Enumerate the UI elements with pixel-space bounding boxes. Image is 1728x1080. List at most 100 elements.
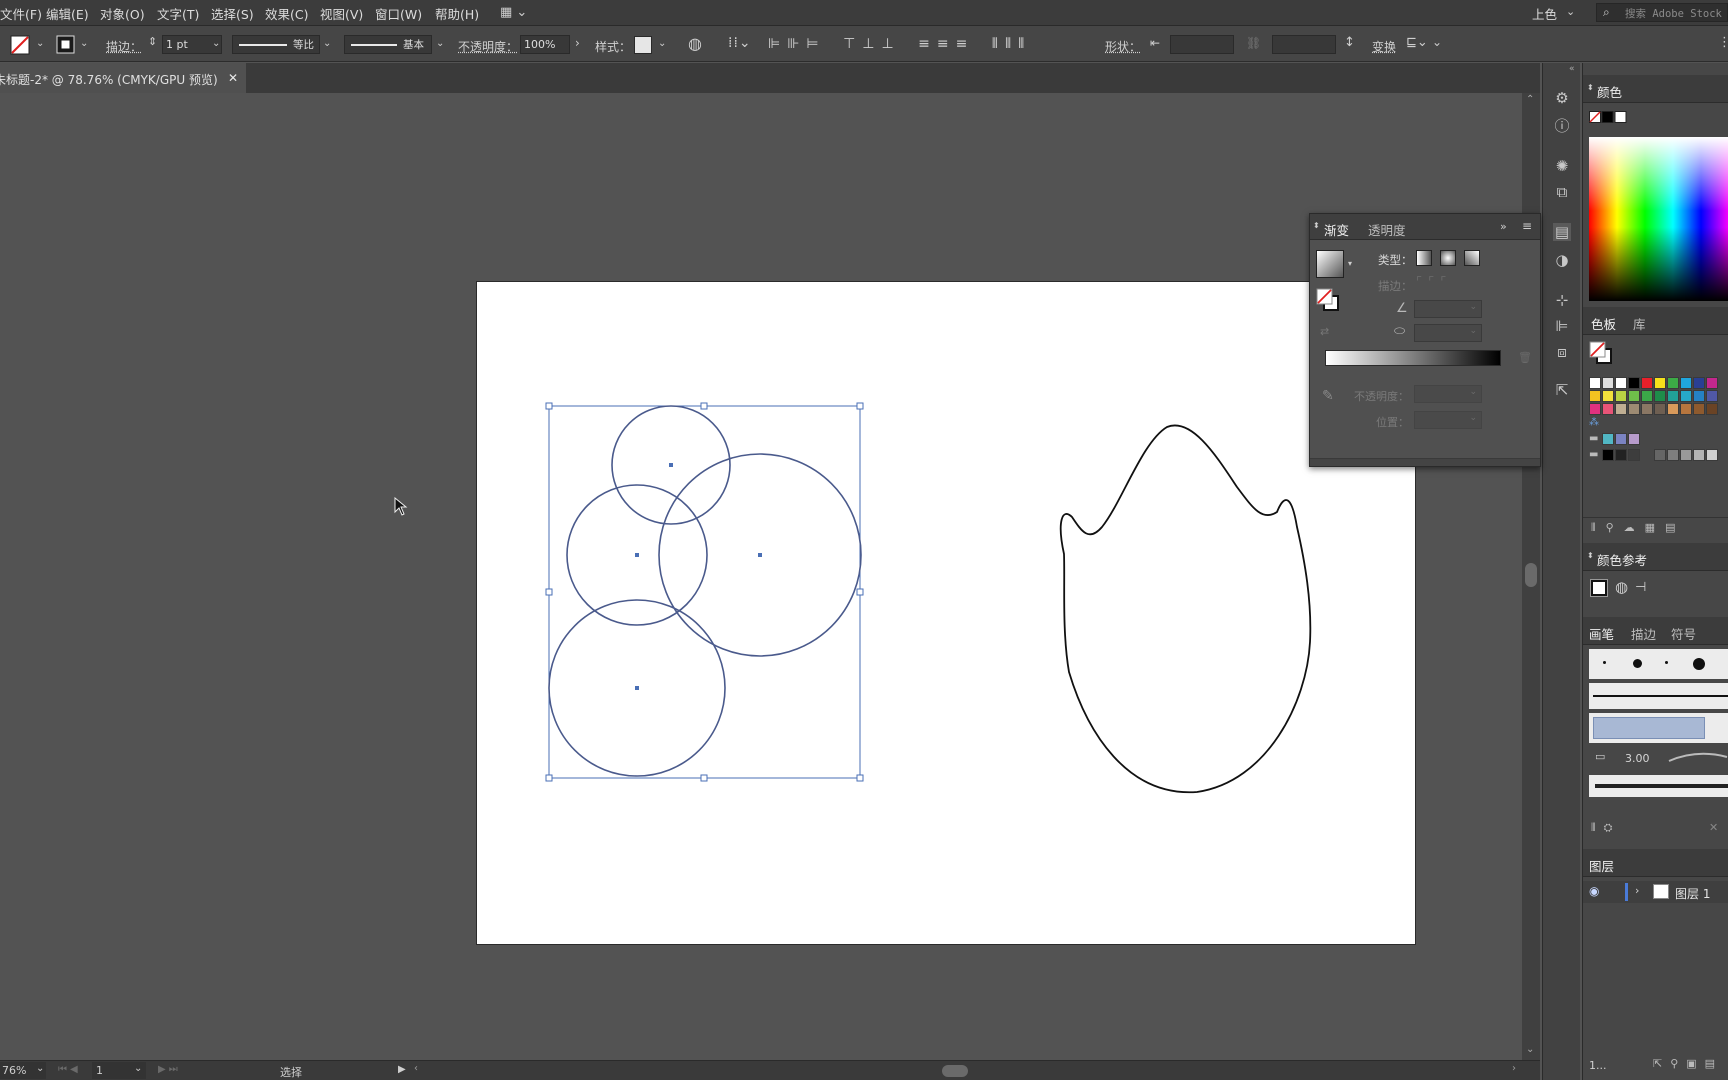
zoom-field[interactable]: 76% ⌄ xyxy=(0,1062,46,1079)
panel-menu-icon[interactable]: ≡ xyxy=(1522,220,1532,232)
align-vcenter-icon[interactable]: ⊥ xyxy=(862,36,881,52)
swatch[interactable] xyxy=(1706,403,1718,415)
swatch[interactable] xyxy=(1667,403,1679,415)
opacity-label[interactable]: 不透明度： xyxy=(458,38,518,55)
brush-tip[interactable] xyxy=(1665,661,1668,664)
align-controls[interactable]: ⊫⊪⊨ ⊤⊥⊥ ≡≡≡ ⦀⦀⦀ xyxy=(768,36,1031,52)
layers-footer-icons[interactable]: ⇱⚲▣▤ xyxy=(1653,1058,1723,1069)
tab-symbols[interactable]: 符号 xyxy=(1671,624,1696,643)
workspace-switcher[interactable]: 上色 xyxy=(1532,4,1557,23)
chevron-down-icon[interactable]: ⌄ xyxy=(212,39,220,49)
swatch-cyan[interactable] xyxy=(1680,377,1692,389)
tab-libraries[interactable]: 库 xyxy=(1633,314,1646,333)
swatch-yellow[interactable] xyxy=(1654,377,1666,389)
chevron-down-icon[interactable]: ⌄ xyxy=(1469,387,1477,397)
search-input[interactable]: 搜索 Adobe Stock xyxy=(1625,6,1722,21)
scroll-up-icon[interactable]: ⌃ xyxy=(1526,95,1534,105)
swatch[interactable] xyxy=(1602,449,1614,461)
opacity-input[interactable]: 100% xyxy=(520,35,570,54)
swatch[interactable] xyxy=(1693,449,1705,461)
artboard[interactable] xyxy=(476,281,1416,945)
layer-name[interactable]: 图层 1 xyxy=(1675,885,1710,902)
swatch[interactable] xyxy=(1680,390,1692,402)
selection-bounding-box[interactable] xyxy=(548,405,861,779)
swatch[interactable] xyxy=(1615,403,1627,415)
menu-type[interactable]: 文字(T) xyxy=(157,4,199,23)
select-similar-icon[interactable]: ⁞⁞⌄ xyxy=(728,36,752,50)
variable-width-profile[interactable]: 等比 xyxy=(232,35,320,54)
color-guide-base-swatch[interactable] xyxy=(1590,579,1608,597)
gradient-fill-stroke-icon[interactable] xyxy=(1316,288,1342,314)
swatch-green[interactable] xyxy=(1667,377,1679,389)
swatch-red[interactable] xyxy=(1641,377,1653,389)
artboard-number-field[interactable]: 1 ⌄ xyxy=(92,1062,146,1079)
pathfinder-icon[interactable]: ⧈ xyxy=(1553,343,1571,361)
status-menu-icon[interactable]: ▶ xyxy=(398,1064,406,1075)
menu-file[interactable]: 文件(F) xyxy=(0,4,42,23)
scroll-down-icon[interactable]: ⌄ xyxy=(1526,1045,1534,1055)
graphic-style-swatch[interactable] xyxy=(634,36,652,54)
chevron-right-icon[interactable]: › xyxy=(1635,885,1639,896)
chevron-down-icon[interactable]: ⌄ xyxy=(134,1063,142,1074)
link-icon[interactable]: ⛓ xyxy=(1246,37,1261,49)
tab-swatches[interactable]: 色板 xyxy=(1591,314,1616,333)
eye-icon[interactable]: ◉ xyxy=(1589,885,1599,897)
stroke-color-icon[interactable] xyxy=(56,35,76,55)
panel-collapse-icon[interactable]: ⬍ xyxy=(1587,84,1594,92)
swatch[interactable] xyxy=(1628,449,1640,461)
swatch-none[interactable] xyxy=(1589,377,1601,389)
radial-gradient-button[interactable] xyxy=(1440,250,1456,266)
scroll-thumb[interactable] xyxy=(1525,563,1537,587)
swatch-magenta[interactable] xyxy=(1706,377,1718,389)
transform-icon[interactable]: ⧉ xyxy=(1553,183,1571,201)
tab-color[interactable]: 颜色 xyxy=(1597,82,1622,101)
brushes-footer-icons[interactable]: ⫴⛭ xyxy=(1591,822,1620,833)
align-hcenter-icon[interactable]: ⊪ xyxy=(787,36,806,52)
align-right-icon[interactable]: ⊨ xyxy=(806,36,825,52)
swatch[interactable] xyxy=(1667,449,1679,461)
tab-color-guide[interactable]: 颜色参考 xyxy=(1597,550,1647,569)
chevron-down-icon[interactable]: ⌄ xyxy=(36,1063,44,1074)
export-icon[interactable]: ⇱ xyxy=(1553,381,1571,399)
tab-stroke[interactable]: 描边 xyxy=(1631,624,1656,643)
shape-width-input[interactable] xyxy=(1170,35,1234,54)
chevron-down-icon[interactable]: ⌄ xyxy=(436,39,444,49)
swatch[interactable] xyxy=(1693,403,1705,415)
swatch[interactable] xyxy=(1667,390,1679,402)
gradient-thumbnail[interactable] xyxy=(1316,250,1344,278)
swatch-registration[interactable] xyxy=(1602,377,1614,389)
panel-collapse-icon[interactable]: ⬍ xyxy=(1587,552,1594,560)
align-bottom-icon[interactable]: ⊥ xyxy=(881,36,900,52)
tab-layers[interactable]: 图层 xyxy=(1589,856,1614,875)
swatch-grid[interactable]: ⁂ ▬ ▬ xyxy=(1589,377,1728,467)
shape-height-input[interactable] xyxy=(1272,35,1336,54)
chevron-down-icon[interactable]: ⌄ xyxy=(1566,6,1575,17)
align-icon[interactable]: ⊫ xyxy=(1553,317,1571,335)
scroll-left-icon[interactable]: ‹ xyxy=(414,1063,418,1074)
color-spectrum[interactable] xyxy=(1589,137,1728,301)
stroke-label[interactable]: 描边： xyxy=(106,38,142,55)
stop-position-input[interactable]: ⌄ xyxy=(1414,411,1482,429)
menu-effect[interactable]: 效果(C) xyxy=(265,4,308,23)
brush-tips-row[interactable] xyxy=(1589,649,1728,679)
stroke-gradient-options[interactable]: ⌜⌜⌜ xyxy=(1416,276,1452,289)
swatch[interactable] xyxy=(1602,433,1614,445)
tulip-path[interactable] xyxy=(1059,424,1312,793)
swatch-black[interactable] xyxy=(1628,377,1640,389)
align-top-icon[interactable]: ⊤ xyxy=(843,36,862,52)
panel-collapse-icon[interactable]: ⬍ xyxy=(1313,222,1320,230)
document-tab[interactable]: 未标题-2* @ 78.76% (CMYK/GPU 预览) ✕ xyxy=(0,63,246,93)
artboards-icon[interactable]: ⊹ xyxy=(1553,291,1571,309)
stop-opacity-input[interactable]: ⌄ xyxy=(1414,385,1482,403)
color-mode-swatches[interactable] xyxy=(1589,111,1629,125)
chevron-down-icon[interactable]: ⌄ xyxy=(658,39,666,49)
swatch[interactable] xyxy=(1641,390,1653,402)
distribute-left-icon[interactable]: ⦀ xyxy=(992,36,1005,52)
swatch[interactable] xyxy=(1706,449,1718,461)
tab-gradient[interactable]: 渐变 xyxy=(1324,220,1349,239)
chevron-right-icon[interactable]: › xyxy=(575,37,580,49)
folder-icon[interactable]: ▬ xyxy=(1589,433,1601,445)
tab-transparency[interactable]: 透明度 xyxy=(1368,220,1406,239)
layer-row[interactable]: ◉ › 图层 1 xyxy=(1583,881,1728,903)
artboard-prev-icons[interactable]: ⏮◀ xyxy=(58,1064,81,1075)
